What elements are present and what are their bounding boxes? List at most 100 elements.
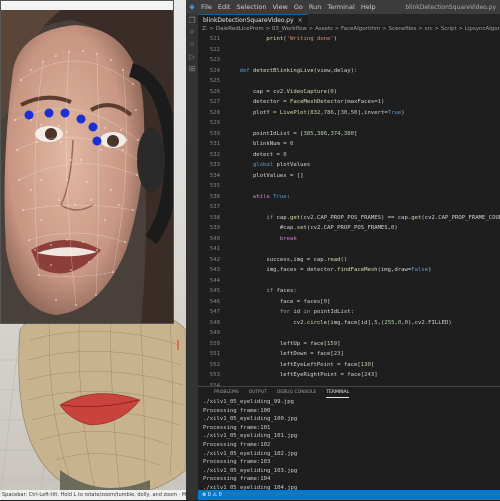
vscode-window[interactable]: ◆ File Edit Selection View Go Run Termin…	[186, 0, 500, 500]
code-text: cv2.circle(img,face[id],5,(255,0,0),cv2.…	[226, 319, 452, 326]
code-line[interactable]: 538 if cap.get(cv2.CAP_PROP_POS_FRAMES) …	[198, 213, 500, 224]
vscode-titlebar: ◆ File Edit Selection View Go Run Termin…	[186, 0, 500, 14]
code-line[interactable]: 528 plotY = LivePlot(832,786,[30,50],inv…	[198, 108, 500, 119]
run-debug-icon[interactable]: ▷	[186, 50, 198, 62]
extensions-icon[interactable]: ⊞	[186, 62, 198, 74]
line-number: 530	[209, 130, 220, 137]
code-text: if cap.get(cv2.CAP_PROP_POS_FRAMES) == c…	[266, 214, 500, 221]
code-line[interactable]: 536 while True:	[198, 192, 500, 203]
code-line[interactable]: 546 face = faces[0]	[198, 297, 500, 308]
code-text: leftEyeLeftPoint = face[130]	[226, 361, 375, 368]
code-line[interactable]: 548 cv2.circle(img,face[id],5,(255,0,0),…	[198, 318, 500, 329]
line-number: 533	[209, 162, 220, 168]
code-line[interactable]: 539 #cap.set(cv2.CAP_PROP_POS_FRAMES,0)	[198, 223, 500, 234]
menu-terminal[interactable]: Terminal	[324, 3, 357, 11]
terminal-line: Processing frame:100	[203, 407, 271, 414]
bottom-panel[interactable]: PROBLEMS OUTPUT DEBUG CONSOLE TERMINAL .…	[198, 386, 500, 500]
code-line[interactable]: 530 pointIdList = [385,386,374,380]	[198, 129, 500, 140]
code-line[interactable]: 542 success,img = cap.read()	[198, 255, 500, 266]
line-number: 547	[209, 309, 220, 315]
menu-file[interactable]: File	[198, 3, 215, 11]
code-text: leftDown = face[23]	[226, 351, 344, 357]
code-line[interactable]: 547 for id in pointIdList:	[198, 307, 500, 318]
code-line[interactable]: 525	[198, 76, 500, 87]
terminal-line: ./xilv1_05_eyeliding_103.jpg	[203, 467, 298, 474]
video-window-titlebar[interactable]	[1, 1, 173, 10]
terminal-line: Processing frame:102	[203, 441, 271, 448]
terminal-line: ./xilv1_05_eyeliding_100.jpg	[203, 416, 298, 423]
activity-bar: ❐ ⌕ ⑂ ▷ ⊞	[186, 14, 198, 500]
code-line[interactable]: 534 plotValues = []	[198, 171, 500, 182]
webcam-face-frame	[1, 10, 173, 323]
code-text: print('Writing done')	[266, 36, 338, 42]
menu-help[interactable]: Help	[358, 3, 379, 11]
code-line[interactable]: 529	[198, 118, 500, 129]
line-number: 527	[209, 99, 220, 105]
editor-tab-bar: blinkDetectionSquareVideo.py ×	[198, 14, 500, 25]
menu-go[interactable]: Go	[291, 3, 306, 11]
code-line[interactable]: 541	[198, 244, 500, 255]
code-area[interactable]: 521 print('Writing done') 522 523 524 def d…	[198, 34, 500, 386]
code-line[interactable]: 553 leftEyeRightPoint = face[243]	[198, 370, 500, 381]
code-text: detect = 0	[226, 151, 287, 158]
code-line[interactable]: 535	[198, 181, 500, 192]
code-text: face = faces[0]	[226, 298, 331, 305]
line-number: 537	[209, 204, 220, 210]
search-icon[interactable]: ⌕	[186, 26, 198, 38]
breadcrumb[interactable]: Z: > DaleRedLiceProm > 03_Workflow > Ass…	[198, 25, 500, 34]
code-line[interactable]: 522	[198, 45, 500, 56]
code-line[interactable]: 531 blinkNum = 0	[198, 139, 500, 150]
code-line[interactable]: 523	[198, 55, 500, 66]
line-number: 551	[209, 351, 220, 357]
menu-run[interactable]: Run	[306, 3, 324, 11]
code-text: while True:	[252, 193, 291, 200]
menu-selection[interactable]: Selection	[233, 3, 269, 11]
status-bar[interactable]: ⊗ 0 ⚠ 0	[198, 490, 500, 500]
line-number: 529	[209, 120, 220, 126]
code-line[interactable]: 521 print('Writing done')	[198, 34, 500, 45]
code-line[interactable]: 527 detector = FaceMeshDetector(maxFaces…	[198, 97, 500, 108]
code-line[interactable]: 526 cap = cv2.VideoCapture(0)	[198, 87, 500, 98]
explorer-icon[interactable]: ❐	[186, 14, 198, 26]
code-text: for id in pointIdList:	[279, 309, 355, 315]
close-icon[interactable]: ×	[298, 17, 303, 24]
menu-view[interactable]: View	[269, 3, 290, 11]
code-line[interactable]: 552 leftEyeLeftPoint = face[130]	[198, 360, 500, 371]
menu-edit[interactable]: Edit	[215, 3, 234, 11]
code-line[interactable]: 540 break	[198, 234, 500, 245]
code-line[interactable]: 544	[198, 276, 500, 287]
code-line[interactable]: 533 global plotValues	[198, 160, 500, 171]
terminal-line: ./xilv1_05_eyeliding_99.jpg	[203, 399, 294, 405]
code-line[interactable]: 545 if faces:	[198, 286, 500, 297]
code-text: break	[279, 235, 297, 242]
line-number: 543	[209, 267, 220, 273]
line-number: 544	[209, 277, 220, 284]
code-editor[interactable]: blinkDetectionSquareVideo.py × Z: > DaleR…	[198, 14, 500, 386]
line-number: 525	[209, 78, 220, 84]
code-line[interactable]: 549	[198, 328, 500, 339]
tab-output[interactable]: OUTPUT	[249, 387, 267, 398]
editor-tab-active[interactable]: blinkDetectionSquareVideo.py ×	[198, 14, 308, 25]
line-number: 550	[209, 340, 220, 347]
code-line[interactable]: 537	[198, 202, 500, 213]
tab-debug-console[interactable]: DEBUG CONSOLE	[277, 387, 316, 398]
line-number: 538	[209, 214, 220, 221]
line-number: 546	[209, 298, 220, 305]
line-number: 524	[209, 67, 220, 74]
line-number: 531	[209, 141, 220, 147]
line-number: 542	[209, 256, 220, 263]
terminal-output[interactable]: ./xilv1_05_eyeliding_99.jpg Processing fr…	[198, 398, 500, 501]
line-number: 552	[209, 361, 220, 368]
code-line[interactable]: 543 img,faces = detector.findFaceMesh(im…	[198, 265, 500, 276]
code-line[interactable]: 550 leftUp = face[159]	[198, 339, 500, 350]
code-line[interactable]: 551 leftDown = face[23]	[198, 349, 500, 360]
panel-tab-bar: PROBLEMS OUTPUT DEBUG CONSOLE TERMINAL	[198, 387, 500, 398]
code-line[interactable]: 532 detect = 0	[198, 150, 500, 161]
source-control-icon[interactable]: ⑂	[186, 38, 198, 50]
tab-terminal[interactable]: TERMINAL	[326, 387, 350, 398]
code-text: img,faces = detector.findFaceMesh(img,dr…	[226, 267, 432, 273]
tab-problems[interactable]: PROBLEMS	[214, 387, 239, 398]
vscode-logo-icon: ◆	[189, 3, 195, 11]
video-preview-window[interactable]	[0, 0, 174, 324]
code-line[interactable]: 524 def detectBlinkingLive(view,delay):	[198, 66, 500, 77]
